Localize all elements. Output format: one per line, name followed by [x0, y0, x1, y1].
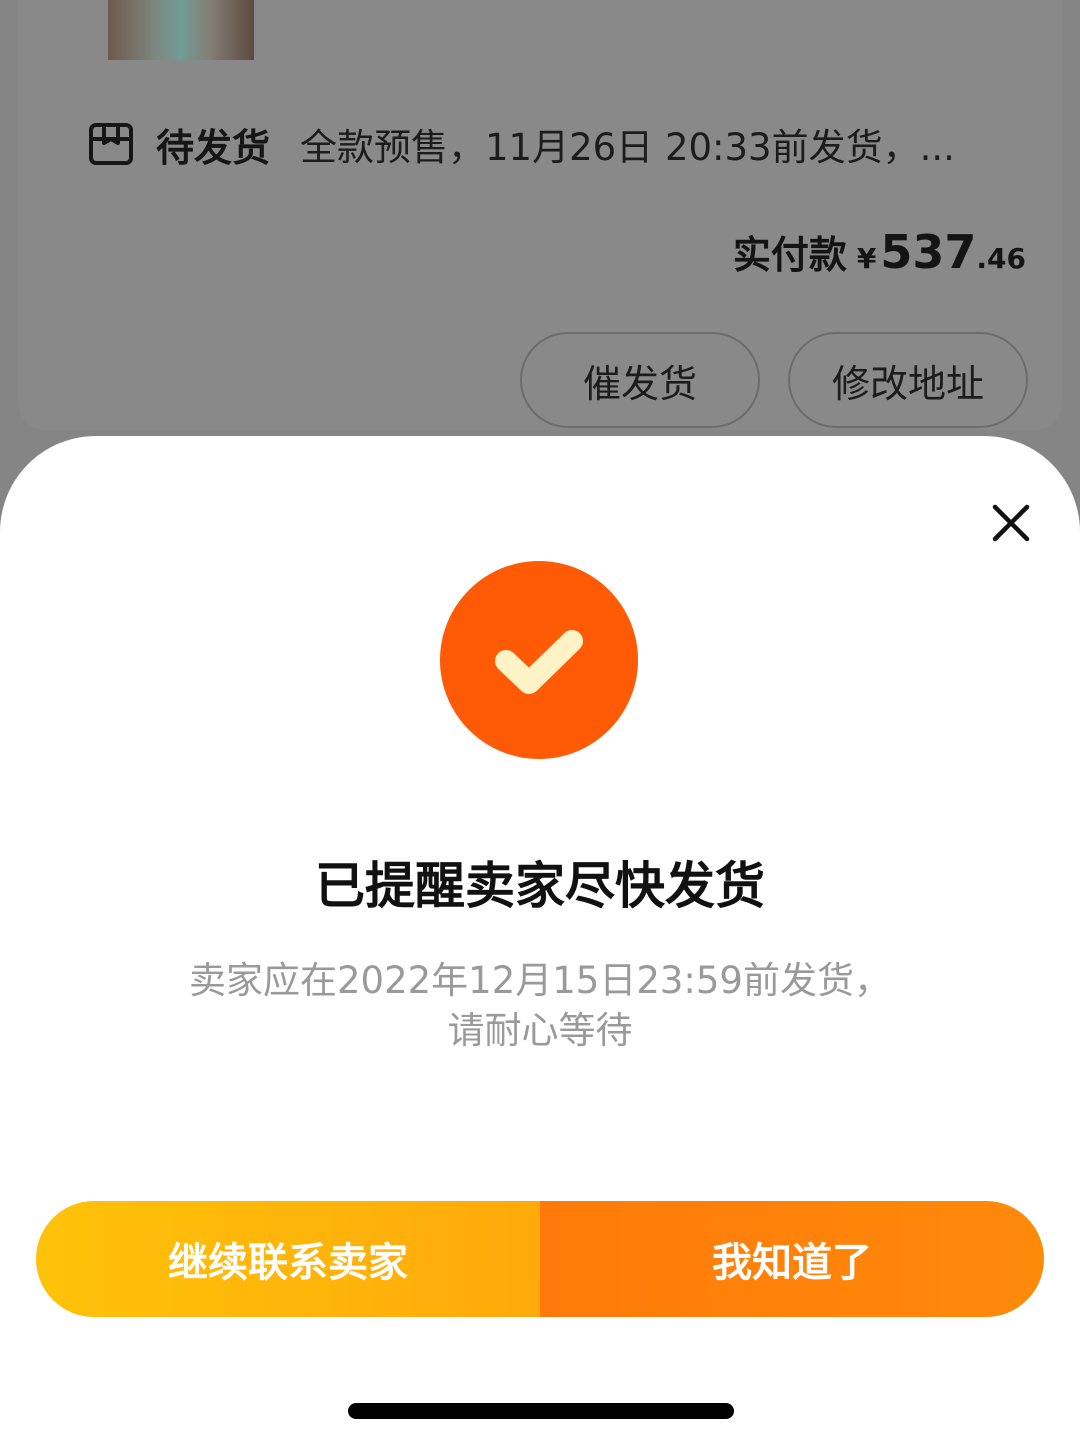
package-box-icon — [89, 123, 133, 165]
reminder-subtitle: 卖家应在2022年12月15日23:59前发货， 请耐心等待 — [140, 956, 940, 1056]
urge-shipping-button[interactable]: 催发货 — [520, 332, 760, 428]
check-icon — [495, 630, 583, 694]
currency-symbol: ¥ — [856, 242, 877, 275]
close-icon[interactable] — [986, 498, 1036, 548]
product-thumbnail[interactable] — [108, 0, 254, 60]
success-badge — [440, 561, 638, 759]
home-indicator[interactable] — [348, 1403, 734, 1419]
subtitle-line-1: 卖家应在2022年12月15日23:59前发货， — [189, 959, 891, 1002]
payment-amount-integer: 537 — [880, 225, 977, 279]
actual-payment-label: 实付款 — [732, 233, 847, 277]
payment-amount-decimal: .46 — [976, 242, 1026, 275]
reminder-title: 已提醒卖家尽快发货 — [315, 857, 765, 915]
subtitle-line-2: 请耐心等待 — [447, 1009, 633, 1052]
action-bar: 继续联系卖家 我知道了 — [36, 1201, 1044, 1317]
continue-contact-seller-button[interactable]: 继续联系卖家 — [36, 1201, 540, 1317]
actual-payment: 实付款 ¥ 537 .46 — [733, 224, 1026, 279]
got-it-button[interactable]: 我知道了 — [540, 1201, 1044, 1317]
modify-address-button[interactable]: 修改地址 — [788, 332, 1028, 428]
order-status-row: 待发货 全款预售，11月26日 20:33前发货，... — [88, 116, 955, 172]
order-status-label: 待发货 — [156, 125, 271, 170]
shipping-deadline-text: 全款预售，11月26日 20:33前发货，... — [300, 126, 955, 169]
